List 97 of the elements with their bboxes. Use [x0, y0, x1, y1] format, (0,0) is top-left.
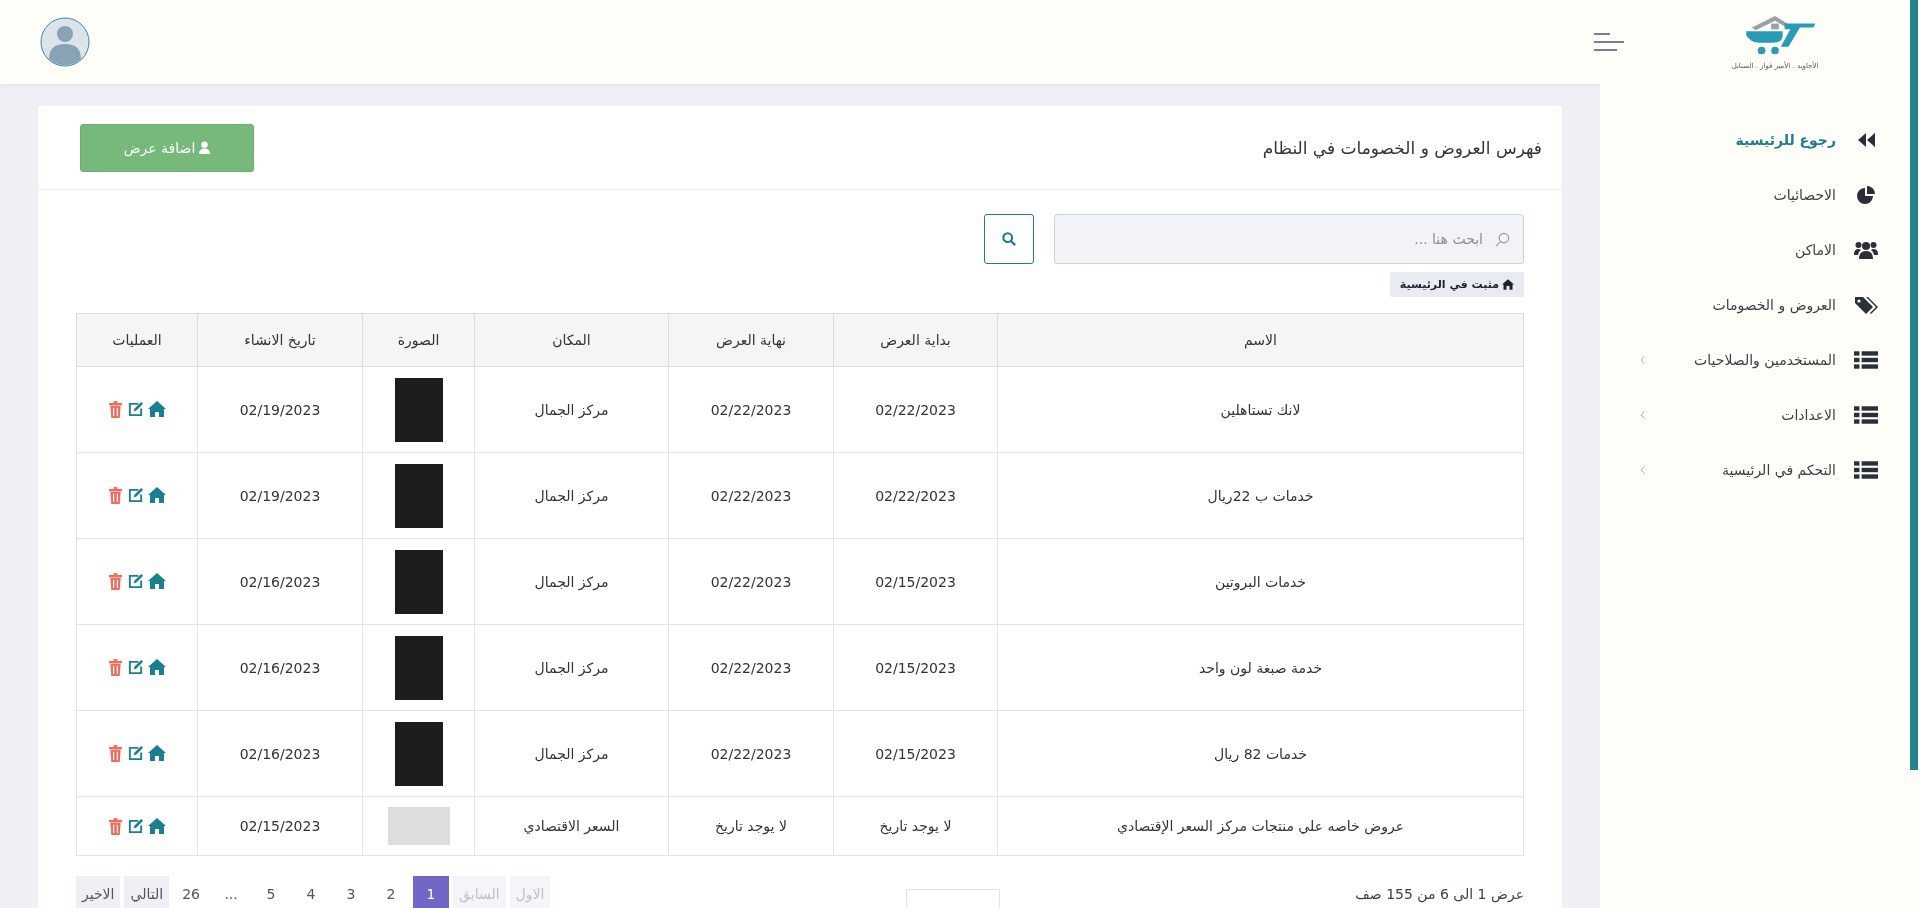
scrollbar[interactable]	[1910, 0, 1918, 770]
table-cell: 02/16/2023	[197, 710, 363, 797]
search-icon	[1002, 232, 1016, 246]
page-button[interactable]: 2	[373, 876, 410, 908]
trash-icon[interactable]	[108, 487, 123, 504]
table-cell: 02/22/2023	[668, 452, 834, 539]
table-cell: مركز الجمال	[474, 710, 669, 797]
table-cell: خدمات البروتين	[997, 538, 1524, 625]
table-cell: 02/22/2023	[833, 366, 998, 453]
table-cell: 02/19/2023	[197, 452, 363, 539]
table-cell: 02/16/2023	[197, 624, 363, 711]
edit-icon[interactable]	[127, 745, 144, 762]
table-cell: خدمات 82 ريال	[997, 710, 1524, 797]
page-button[interactable]: 1	[413, 876, 450, 908]
chevron-left-icon	[1640, 464, 1646, 475]
photo-placeholder	[394, 635, 443, 700]
home-icon[interactable]	[148, 659, 166, 675]
edit-icon[interactable]	[127, 659, 144, 676]
sidebar-item[interactable]: الاحصائيات	[1640, 167, 1920, 222]
sidebar-item[interactable]: العروض و الخصومات	[1640, 277, 1920, 332]
table-cell: 02/22/2023	[668, 624, 834, 711]
avatar-icon[interactable]	[40, 17, 90, 67]
table-cell: لانك تستاهلين	[997, 366, 1524, 453]
chevron-left-icon	[1640, 409, 1646, 420]
edit-icon[interactable]	[127, 487, 144, 504]
column-header: الصورة	[362, 313, 475, 367]
trash-icon[interactable]	[108, 817, 123, 835]
page-button[interactable]: التالي	[124, 876, 170, 908]
table-cell: مركز الجمال	[474, 452, 669, 539]
page-button[interactable]: ...	[213, 876, 250, 908]
rows-summary: عرض 1 الى 6 من 155 صف	[1355, 886, 1524, 902]
table-cell: 02/22/2023	[668, 538, 834, 625]
user-icon	[199, 141, 211, 154]
column-header: نهاية العرض	[668, 313, 834, 367]
photo-placeholder	[387, 807, 450, 845]
pie-chart-icon	[1854, 184, 1878, 205]
page-button[interactable]: الاخير	[76, 876, 121, 908]
column-header: المكان	[474, 313, 669, 367]
sidebar-item[interactable]: المستخدمين والصلاحيات	[1640, 332, 1920, 387]
edit-icon[interactable]	[127, 573, 144, 590]
sidebar-item[interactable]: التحكم في الرئيسية	[1640, 442, 1920, 497]
table-cell: لا يوجد تاريخ	[833, 796, 998, 856]
menu-icon[interactable]	[1593, 33, 1625, 51]
page-button[interactable]: 3	[333, 876, 370, 908]
photo-placeholder	[394, 721, 443, 786]
page-button[interactable]: 4	[293, 876, 330, 908]
column-header: العمليات	[76, 313, 198, 367]
photo-placeholder	[394, 377, 443, 442]
users-icon	[1854, 239, 1878, 260]
sidebar-item[interactable]: الاماكن	[1640, 222, 1920, 277]
tags-icon	[1854, 294, 1878, 315]
table-cell: السعر الاقتصادي	[474, 796, 669, 856]
page-button[interactable]: 26	[173, 876, 210, 908]
home-icon[interactable]	[148, 487, 166, 503]
column-header: الاسم	[997, 313, 1524, 367]
list-icon	[1854, 459, 1878, 480]
chevron-left-icon	[1640, 354, 1646, 365]
table-cell: مركز الجمال	[474, 624, 669, 711]
table-cell: 02/16/2023	[197, 538, 363, 625]
edit-icon[interactable]	[127, 817, 144, 835]
search-field[interactable]: ابحث هنا ...	[1054, 214, 1524, 264]
trash-icon[interactable]	[108, 659, 123, 676]
list-icon	[1854, 404, 1878, 425]
table-cell: 02/22/2023	[668, 366, 834, 453]
trash-icon[interactable]	[108, 573, 123, 590]
pinned-filter-chip[interactable]: مثبت في الرئيسية	[1389, 272, 1524, 297]
home-icon[interactable]	[148, 401, 166, 417]
table-cell: مركز الجمال	[474, 366, 669, 453]
photo-placeholder	[394, 463, 443, 528]
table-cell: مركز الجمال	[474, 538, 669, 625]
table-cell: خدمة صبغة لون واحد	[997, 624, 1524, 711]
table-cell: 02/22/2023	[833, 452, 998, 539]
table-cell: لا يوجد تاريخ	[668, 796, 834, 856]
table-cell: 02/15/2023	[833, 624, 998, 711]
home-icon	[1502, 279, 1514, 290]
sidebar-item[interactable]: رجوع للرئيسية	[1640, 112, 1920, 167]
table-cell: 02/19/2023	[197, 366, 363, 453]
trash-icon[interactable]	[108, 401, 123, 418]
table-cell: 02/15/2023	[833, 538, 998, 625]
column-header: تاريخ الانشاء	[197, 313, 363, 367]
table-cell: 02/15/2023	[197, 796, 363, 856]
table-cell: 02/22/2023	[668, 710, 834, 797]
edit-icon[interactable]	[127, 401, 144, 418]
home-icon[interactable]	[148, 817, 166, 834]
page-title: فهرس العروض و الخصومات في النظام	[1262, 137, 1542, 158]
sidebar-item[interactable]: الاعدادات	[1640, 387, 1920, 442]
home-icon[interactable]	[148, 745, 166, 761]
home-icon[interactable]	[148, 573, 166, 589]
table-cell: خدمات ب 22ريال	[997, 452, 1524, 539]
table-cell: 02/15/2023	[833, 710, 998, 797]
search-button[interactable]	[984, 214, 1034, 264]
photo-placeholder	[394, 549, 443, 614]
table-cell: عروض خاصه علي منتجات مركز السعر الإقتصادي	[997, 796, 1524, 856]
list-icon	[1854, 349, 1878, 370]
column-header: بداية العرض	[833, 313, 998, 367]
page-button[interactable]: 5	[253, 876, 290, 908]
trash-icon[interactable]	[108, 745, 123, 762]
